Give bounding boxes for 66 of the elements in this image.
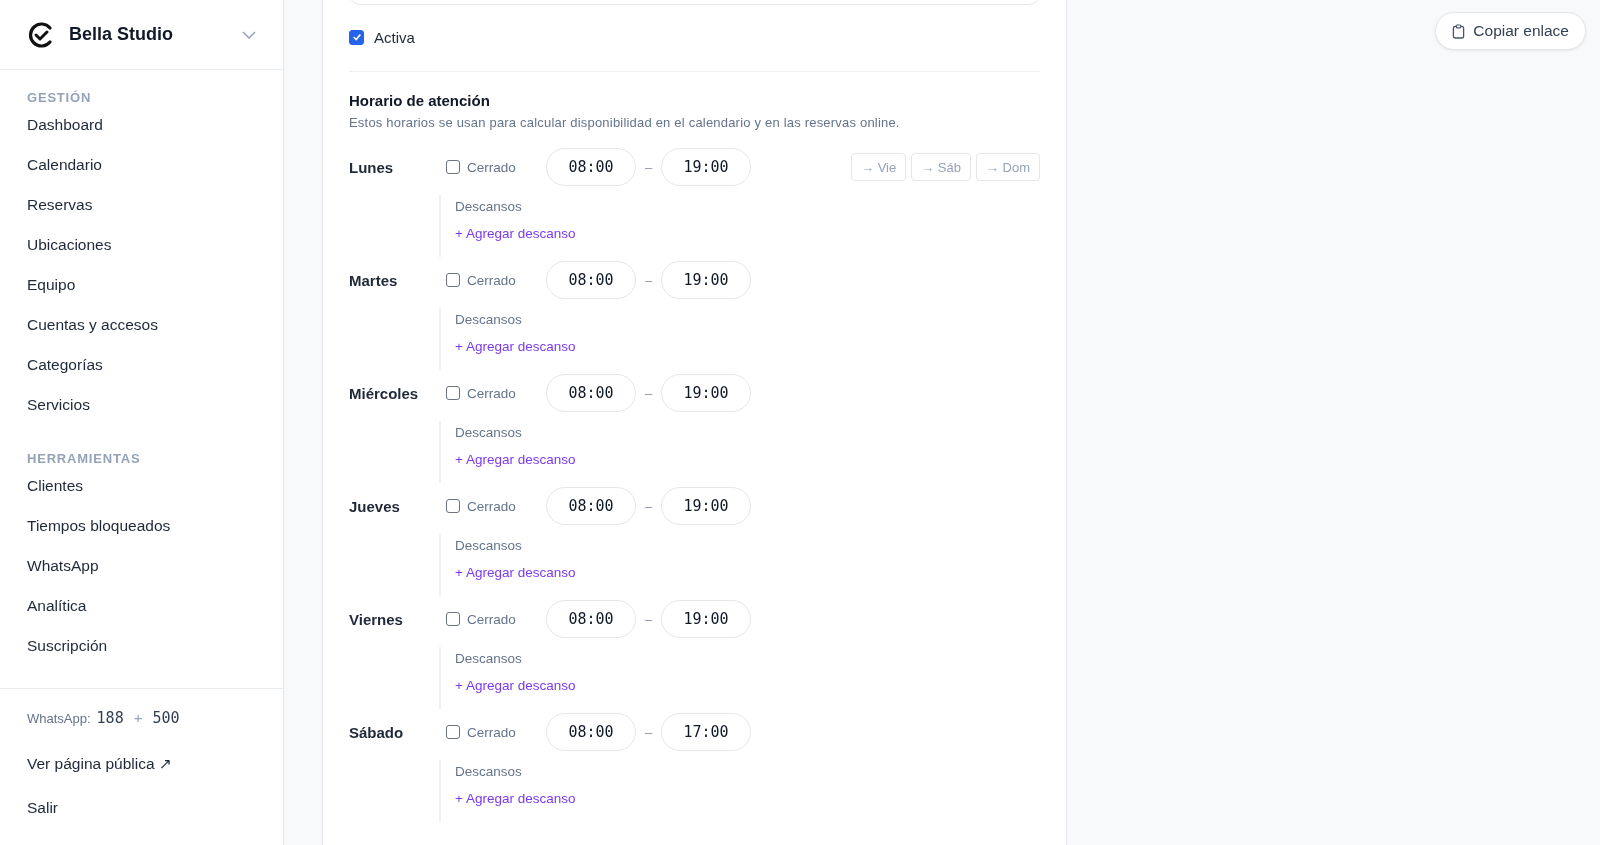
breaks-label: Descansos <box>455 199 522 214</box>
range-dash: – <box>643 272 654 288</box>
range-dash: – <box>643 385 654 401</box>
nav-item[interactable]: Clientes <box>27 474 83 514</box>
nav-section-title: HERRAMIENTAS <box>27 451 141 466</box>
day-name: Martes <box>349 271 399 289</box>
public-page-link[interactable]: Ver página pública ↗ <box>27 755 172 783</box>
nav-item[interactable]: Tiempos bloqueados <box>27 514 171 554</box>
day-name: Sábado <box>349 723 405 741</box>
section-description: Estos horarios se usan para calcular disponibilidad en el calendario y en las reservas online. <box>349 115 901 130</box>
closed-label: Cerrado <box>467 159 516 175</box>
closed-label: Cerrado <box>467 498 516 514</box>
breaks-label: Descansos <box>455 312 522 327</box>
nav-item[interactable]: Calendario <box>27 153 102 193</box>
nav-section-title: GESTIÓN <box>27 90 92 105</box>
range-dash: – <box>643 611 654 627</box>
section-title: Horario de atención <box>349 92 491 109</box>
nav-item[interactable]: Reservas <box>27 193 93 233</box>
nav-item[interactable]: Equipo <box>27 273 76 313</box>
nav-item[interactable]: Dashboard <box>27 113 103 153</box>
range-dash: – <box>643 498 654 514</box>
day-name: Miércoles <box>349 384 420 402</box>
add-break-link[interactable]: + Agregar descanso <box>455 791 576 806</box>
active-checkbox[interactable] <box>349 29 364 45</box>
extra-count: 500 <box>152 709 180 727</box>
range-dash: – <box>643 159 654 175</box>
day-name: Jueves <box>349 497 401 515</box>
nav-item[interactable]: WhatsApp <box>27 554 99 594</box>
closed-checkbox[interactable] <box>446 386 460 400</box>
add-break-link[interactable]: + Agregar descanso <box>455 226 576 241</box>
nav-item[interactable]: Categorías <box>27 353 103 393</box>
day-name: Lunes <box>349 158 395 176</box>
closed-checkbox[interactable] <box>446 612 460 626</box>
nav-item[interactable]: Suscripción <box>27 634 108 674</box>
closed-label: Cerrado <box>467 611 516 627</box>
nav-item[interactable]: Analítica <box>27 594 87 634</box>
closed-checkbox[interactable] <box>446 160 460 174</box>
add-break-link[interactable]: + Agregar descanso <box>455 339 576 354</box>
nav-item[interactable]: Ubicaciones <box>27 233 112 273</box>
closed-checkbox[interactable] <box>446 499 460 513</box>
add-break-link[interactable]: + Agregar descanso <box>455 565 576 580</box>
whatsapp-label: WhatsApp: <box>27 711 91 726</box>
closed-label: Cerrado <box>467 385 516 401</box>
closed-checkbox[interactable] <box>446 725 460 739</box>
breaks-label: Descansos <box>455 764 522 779</box>
range-dash: – <box>643 724 654 740</box>
logout-link[interactable]: Salir <box>27 799 58 827</box>
chevron-down-icon[interactable] <box>242 30 256 39</box>
day-name: Viernes <box>349 610 404 628</box>
closed-label: Cerrado <box>467 272 516 288</box>
breaks-label: Descansos <box>455 425 522 440</box>
nav-item[interactable]: Cuentas y accesos <box>27 313 158 353</box>
closed-checkbox[interactable] <box>446 273 460 287</box>
breaks-label: Descansos <box>455 538 522 553</box>
nav-item[interactable]: Servicios <box>27 393 90 433</box>
copy-link-button[interactable]: Copiar enlace <box>1435 12 1586 50</box>
closed-label: Cerrado <box>467 724 516 740</box>
plus-sign: + <box>133 709 143 726</box>
active-label: Activa <box>374 28 415 46</box>
clipboard-icon <box>1452 23 1466 39</box>
add-break-link[interactable]: + Agregar descanso <box>455 678 576 693</box>
studio-name: Bella Studio <box>69 24 174 45</box>
checkmark-icon <box>351 32 362 42</box>
breaks-label: Descansos <box>455 651 522 666</box>
message-count: 188 <box>96 709 124 727</box>
add-break-link[interactable]: + Agregar descanso <box>455 452 576 467</box>
